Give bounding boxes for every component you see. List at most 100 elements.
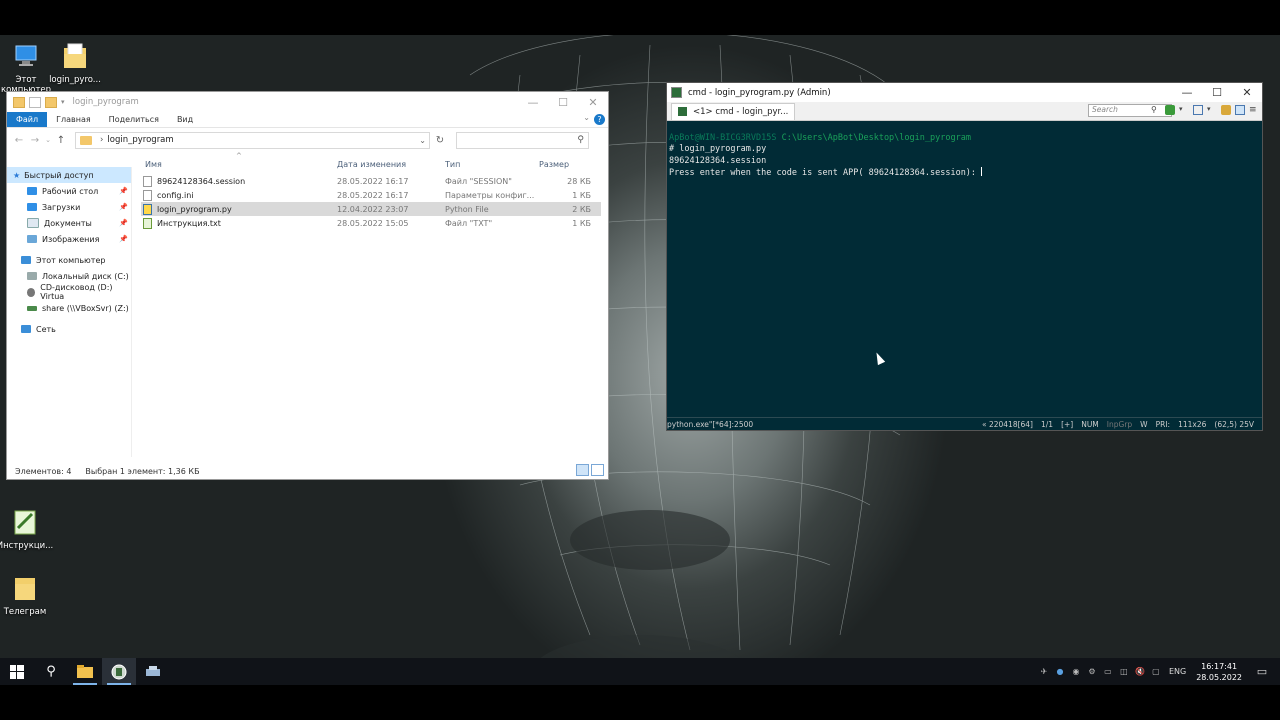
desktop-icon-instruction[interactable]: Инструкци... bbox=[0, 508, 60, 551]
maximize-button[interactable]: ☐ bbox=[548, 92, 578, 112]
chat-icon[interactable]: ▢ bbox=[1151, 667, 1161, 676]
display-icon[interactable]: ▭ bbox=[1103, 667, 1113, 676]
status-field: NUM bbox=[1081, 419, 1099, 429]
start-button[interactable] bbox=[0, 658, 34, 685]
nav-item-network[interactable]: Сеть bbox=[7, 321, 131, 337]
chevron-down-icon[interactable]: ▾ bbox=[1179, 105, 1189, 115]
nav-item-drive-d[interactable]: CD-дисковод (D:) Virtua bbox=[7, 283, 131, 301]
console-title-bar[interactable]: cmd - login_pyrogram.py (Admin) — ☐ ✕ bbox=[667, 83, 1262, 102]
nav-item-label: Быстрый доступ bbox=[24, 170, 94, 180]
close-button[interactable]: ✕ bbox=[1232, 83, 1262, 102]
network-icon[interactable]: ◫ bbox=[1119, 667, 1129, 676]
console-output[interactable]: ApBot@WIN-BICG3RVD15S C:\Users\ApBot\Des… bbox=[667, 133, 1262, 417]
chevron-down-icon[interactable]: ▾ bbox=[61, 98, 65, 106]
volume-muted-icon[interactable]: 🔇 bbox=[1135, 667, 1145, 676]
nav-item-drive-c[interactable]: Локальный диск (C:) bbox=[7, 268, 131, 284]
taskbar-app[interactable] bbox=[136, 658, 170, 685]
language-indicator[interactable]: ENG bbox=[1169, 667, 1186, 676]
nav-item-documents[interactable]: Документы 📌 bbox=[7, 215, 131, 231]
desktop-icon-telegram[interactable]: Телеграм bbox=[0, 574, 60, 617]
nav-item-quick-access[interactable]: ★ Быстрый доступ bbox=[7, 167, 131, 183]
vbox-icon[interactable]: ● bbox=[1055, 667, 1065, 676]
menu-icon[interactable]: ≡ bbox=[1249, 105, 1259, 115]
file-row[interactable]: Инструкция.txt 28.05.2022 15:05 Файл "TX… bbox=[141, 216, 601, 230]
tab-share[interactable]: Поделиться bbox=[100, 112, 168, 127]
prompt-path: C:\Users\ApBot\Desktop\login_pyrogram bbox=[781, 133, 971, 143]
new-folder-icon[interactable] bbox=[45, 96, 57, 108]
split-view-icon[interactable] bbox=[1193, 105, 1203, 115]
file-row-selected[interactable]: login_pyrogram.py 12.04.2022 23:07 Pytho… bbox=[141, 202, 601, 216]
column-header-name[interactable]: Имя bbox=[141, 160, 337, 169]
details-view-button[interactable] bbox=[576, 464, 589, 476]
tab-home[interactable]: Главная bbox=[47, 112, 100, 127]
nav-pane-divider[interactable] bbox=[131, 167, 132, 457]
breadcrumb-folder[interactable]: login_pyrogram bbox=[107, 135, 173, 145]
nav-item-drive-z[interactable]: share (\\VBoxSvr) (Z:) bbox=[7, 300, 131, 316]
view-toggle bbox=[576, 464, 604, 476]
network-activity-icon[interactable]: ✈ bbox=[1039, 667, 1049, 676]
chevron-down-icon[interactable]: ⌄ bbox=[419, 136, 429, 145]
minimize-button[interactable]: — bbox=[1172, 83, 1202, 102]
minimize-button[interactable]: — bbox=[518, 92, 548, 112]
large-icons-view-button[interactable] bbox=[591, 464, 604, 476]
sort-ascending-icon: ^ bbox=[236, 152, 242, 160]
console-tab[interactable]: <1> cmd - login_pyr... bbox=[671, 102, 796, 120]
lock-icon[interactable] bbox=[1221, 105, 1231, 115]
up-button[interactable]: ↑ bbox=[53, 135, 69, 146]
column-header-date[interactable]: Дата изменения bbox=[337, 160, 445, 169]
search-input[interactable]: ⚲ bbox=[456, 131, 589, 149]
properties-icon[interactable] bbox=[29, 96, 41, 108]
search-button[interactable]: ⚲ bbox=[34, 658, 68, 685]
notification-icon[interactable]: ▭ bbox=[1248, 665, 1276, 678]
pictures-icon bbox=[27, 235, 37, 243]
expand-ribbon-icon[interactable]: ⌄ bbox=[583, 113, 590, 122]
forward-button[interactable]: → bbox=[27, 135, 43, 146]
console-line: 89624128364.session bbox=[669, 155, 767, 166]
clock[interactable]: 16:17:41 28.05.2022 bbox=[1196, 661, 1242, 683]
console-tab-bar: <1> cmd - login_pyr... Search ⚲ ▾ ▾ ≡ bbox=[667, 102, 1262, 121]
nav-item-label: Сеть bbox=[36, 324, 56, 334]
tab-file[interactable]: Файл bbox=[7, 112, 48, 127]
prompt-user: ApBot@WIN-BICG3RVD15S bbox=[669, 133, 777, 143]
nav-item-desktop[interactable]: Рабочий стол 📌 bbox=[7, 183, 131, 199]
search-icon[interactable]: ⚲ bbox=[577, 135, 584, 145]
column-header-type[interactable]: Тип bbox=[445, 160, 535, 169]
desktop-icon-login-pyrogram[interactable]: login_pyro... bbox=[40, 42, 110, 85]
maximize-button[interactable]: ☐ bbox=[1202, 83, 1232, 102]
explorer-title-bar[interactable]: ▾ login_pyrogram — ☐ ✕ bbox=[7, 92, 608, 112]
file-row[interactable]: 89624128364.session 28.05.2022 16:17 Фай… bbox=[141, 174, 601, 188]
file-type: Параметры конфиг... bbox=[445, 190, 535, 200]
system-tray: ✈ ● ◉ ⚙ ▭ ◫ 🔇 ▢ ENG 16:17:41 28.05.2022 … bbox=[1039, 661, 1280, 683]
file-size: 1 КБ bbox=[572, 218, 591, 228]
close-button[interactable]: ✕ bbox=[578, 92, 608, 112]
monitor-icon bbox=[21, 256, 31, 264]
tab-view[interactable]: Вид bbox=[168, 112, 202, 127]
download-icon bbox=[27, 203, 37, 211]
console-prompt-line: ApBot@WIN-BICG3RVD15S C:\Users\ApBot\Des… bbox=[669, 133, 1260, 144]
file-row[interactable]: config.ini 28.05.2022 16:17 Параметры ко… bbox=[141, 188, 601, 202]
nav-item-downloads[interactable]: Загрузки 📌 bbox=[7, 199, 131, 215]
nav-item-this-pc[interactable]: Этот компьютер bbox=[7, 252, 131, 268]
panel-layout-icon[interactable] bbox=[1235, 105, 1245, 115]
nav-item-pictures[interactable]: Изображения 📌 bbox=[7, 231, 131, 247]
chevron-down-icon[interactable]: ▾ bbox=[1207, 105, 1217, 115]
bluetooth-icon[interactable]: ◉ bbox=[1071, 667, 1081, 676]
folder-icon bbox=[62, 42, 88, 72]
column-header-size[interactable]: Размер bbox=[535, 160, 595, 169]
console-input-line[interactable]: Press enter when the code is sent APP( 8… bbox=[669, 167, 1260, 179]
pin-icon: 📌 bbox=[119, 203, 128, 211]
gear-icon[interactable]: ⚙ bbox=[1087, 667, 1097, 676]
ribbon-tabs: Файл Главная Поделиться Вид ⌄ ? bbox=[7, 112, 608, 128]
back-button[interactable]: ← bbox=[11, 135, 27, 146]
recent-locations-icon[interactable]: ⌄ bbox=[43, 136, 53, 144]
console-line: Press enter when the code is sent APP( 8… bbox=[669, 168, 982, 179]
help-icon[interactable]: ? bbox=[594, 114, 605, 125]
taskbar-file-explorer[interactable] bbox=[68, 658, 102, 685]
address-bar[interactable]: › login_pyrogram ⌄ bbox=[75, 131, 430, 149]
new-console-icon[interactable] bbox=[1165, 105, 1175, 115]
taskbar-console[interactable] bbox=[102, 658, 136, 685]
search-icon[interactable]: ⚲ bbox=[1151, 105, 1161, 115]
file-date: 28.05.2022 15:05 bbox=[337, 218, 409, 228]
refresh-button[interactable]: ↻ bbox=[430, 135, 450, 146]
file-size: 1 КБ bbox=[572, 190, 591, 200]
